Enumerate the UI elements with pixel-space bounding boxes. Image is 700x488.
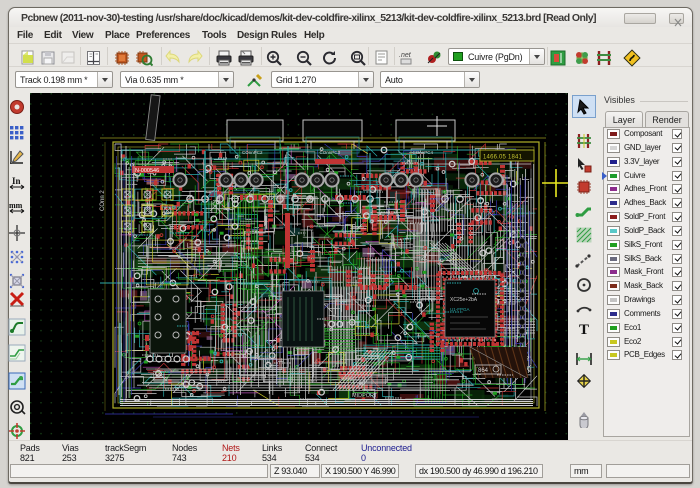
svg-text:COnnPC4: COnnPC4 [413,150,434,155]
svg-text:864: 864 [478,368,489,374]
svg-text:COnnPC3: COnnPC3 [320,150,341,155]
svg-text:.net: .net [399,52,412,59]
svg-text:N-000546: N-000546 [135,168,159,174]
svg-text:MIDPORT: MIDPORT [352,393,378,399]
svg-text:XC25e+2bA: XC25e+2bA [450,297,478,303]
svg-text:COnnPC2: COnnPC2 [242,150,263,155]
svg-text:mm: mm [9,201,23,210]
svg-text:U1-FPGA: U1-FPGA [450,307,470,312]
svg-text:T: T [579,322,589,338]
svg-text:In: In [12,176,21,186]
svg-text:COnn 2: COnn 2 [100,190,106,211]
svg-text:1466.05 1841: 1466.05 1841 [483,155,523,161]
